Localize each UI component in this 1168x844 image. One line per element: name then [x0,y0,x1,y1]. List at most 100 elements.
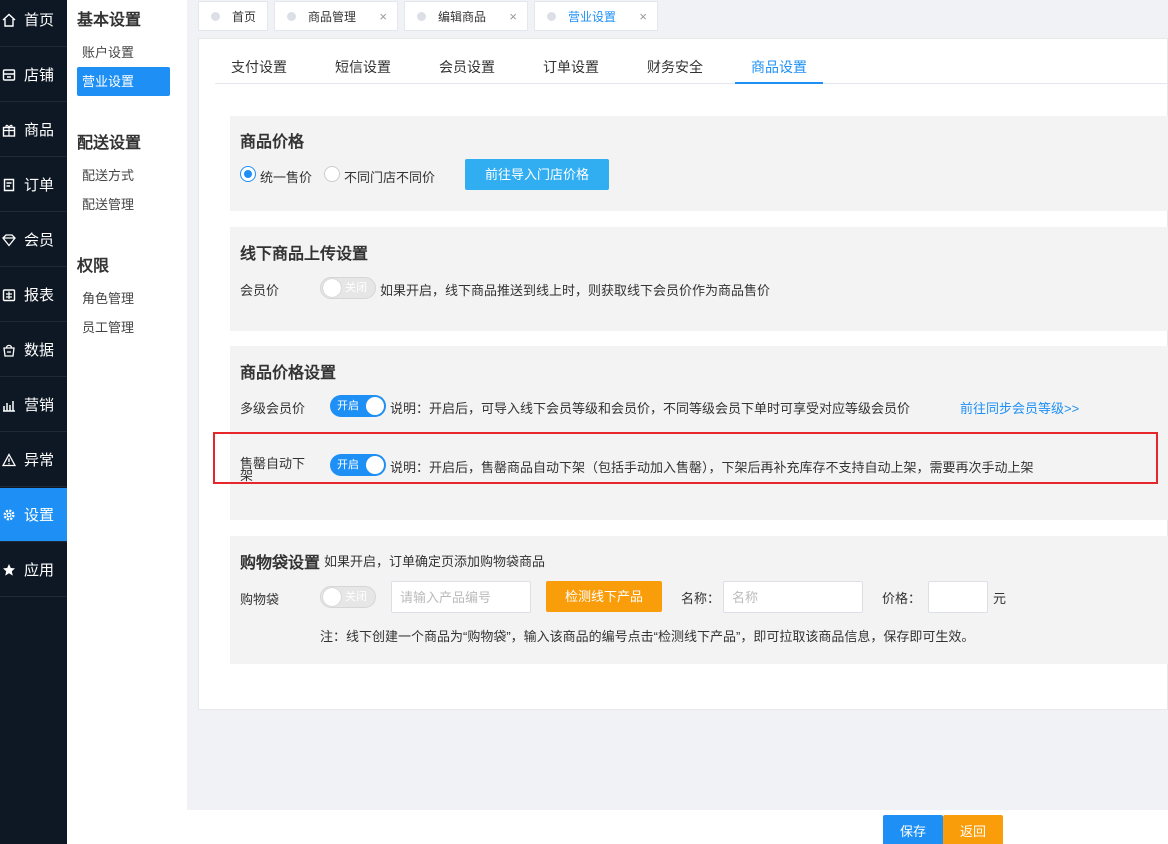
page-tab-label: 编辑商品 [438,9,487,24]
marketing-icon [3,400,15,412]
page-tab-home[interactable]: 首页 [198,1,268,31]
tab-goods[interactable]: 商品设置 [735,57,823,84]
toggle-knob [366,397,384,415]
data-icon [3,344,15,357]
toggle-knob [323,279,341,297]
toggle-knob [323,588,341,606]
nav-label: 营销 [24,397,55,414]
sidebar-group-delivery: 配送设置 [77,135,142,152]
home-icon [2,13,16,27]
nav-label: 店铺 [24,67,55,84]
nav-item-home[interactable]: 首页 [0,0,67,47]
sidebar-item-delivery-manage[interactable]: 配送管理 [77,190,170,219]
settings-tabs: 支付设置 短信设置 会员设置 订单设置 财务安全 商品设置 [215,57,1168,84]
close-icon[interactable]: × [509,9,517,24]
nav-label: 应用 [24,562,55,579]
close-icon[interactable]: × [639,9,647,24]
section-offline-upload: 线下商品上传设置 会员价 关闭 如果开启，线下商品推送到线上时，则获取线下会员价… [230,227,1168,331]
bag-label: 购物袋 [240,592,280,607]
app-root: 首页 店铺 商品 订单 会员 报表 数据 营销 异常 设置 应用 基本设置 账户… [0,0,1168,844]
nav-label: 会员 [24,232,55,249]
nav-label: 商品 [24,122,55,139]
nav-label: 设置 [24,507,55,524]
product-price-input[interactable] [928,581,988,613]
nav-label: 数据 [24,342,55,359]
warning-icon [2,452,16,466]
nav-item-apps[interactable]: 应用 [0,543,67,597]
nav-item-settings[interactable]: 设置 [0,488,67,542]
page-tab-business-settings[interactable]: 营业设置 × [534,1,658,31]
detect-offline-product-button[interactable]: 检测线下产品 [546,581,662,612]
member-price-toggle[interactable]: 关闭 [320,277,376,299]
page-tab-label: 商品管理 [308,9,357,24]
tab-payment[interactable]: 支付设置 [231,57,287,84]
nav-item-goods[interactable]: 商品 [0,103,67,157]
tab-order[interactable]: 订单设置 [543,57,599,84]
back-button[interactable]: 返回 [943,815,1003,844]
radio-label: 统一售价 [260,170,313,185]
nav-item-order[interactable]: 订单 [0,158,67,212]
product-code-input[interactable] [391,581,531,613]
section-shopping-bag: 购物袋设置 如果开启，订单确定页添加购物袋商品 购物袋 关闭 检测线下产品 名称… [230,536,1168,664]
sidebar-group-basic: 基本设置 [77,12,142,29]
page-tab-label: 首页 [232,9,257,24]
tab-sms[interactable]: 短信设置 [335,57,391,84]
section-title: 线下商品上传设置 [240,246,369,263]
product-name-input[interactable] [723,581,863,613]
nav-item-exception[interactable]: 异常 [0,433,67,487]
tab-status-dot [211,11,220,21]
sidebar-item-delivery-method[interactable]: 配送方式 [77,161,170,190]
section-title: 购物袋设置 [240,555,321,572]
sidebar-item-role[interactable]: 角色管理 [77,284,170,313]
section-product-price: 商品价格 统一售价 不同门店不同价 前往导入门店价格 [230,116,1168,211]
bag-subtitle: 如果开启，订单确定页添加购物袋商品 [324,554,546,569]
page-tab-label: 营业设置 [568,9,617,24]
nav-item-data[interactable]: 数据 [0,323,67,377]
toggle-text: 关闭 [345,591,367,603]
sync-member-level-link[interactable]: 前往同步会员等级>> [960,398,1079,417]
order-icon [3,178,15,191]
close-icon[interactable]: × [379,9,387,24]
member-price-desc: 如果开启，线下商品推送到线上时，则获取线下会员价作为商品售价 [380,283,771,298]
tab-member[interactable]: 会员设置 [439,57,495,84]
section-title: 商品价格 [240,134,305,151]
gift-icon [2,124,16,137]
report-icon [2,288,16,301]
main-nav: 首页 店铺 商品 订单 会员 报表 数据 营销 异常 设置 应用 [0,0,67,844]
page-tab-edit-goods[interactable]: 编辑商品 × [404,1,528,31]
member-price-label: 会员价 [240,283,280,298]
bottom-action-bar: 保存 返回 [187,810,1168,844]
radio-unified-price[interactable] [240,166,256,182]
nav-item-marketing[interactable]: 营销 [0,378,67,432]
nav-label: 报表 [24,287,55,304]
toggle-text: 关闭 [345,282,367,294]
save-button[interactable]: 保存 [883,815,943,844]
bag-toggle[interactable]: 关闭 [320,586,376,608]
nav-label: 异常 [24,452,55,469]
sidebar-item-staff[interactable]: 员工管理 [77,313,170,342]
sidebar-item-business[interactable]: 营业设置 [77,67,170,96]
nav-item-report[interactable]: 报表 [0,268,67,322]
sidebar-item-account[interactable]: 账户设置 [77,38,170,67]
highlight-box [213,432,1158,484]
tab-finance[interactable]: 财务安全 [647,57,703,84]
section-title: 商品价格设置 [240,365,337,382]
star-icon [3,563,15,576]
multi-level-toggle[interactable]: 开启 [330,395,386,417]
radio-store-price[interactable] [324,166,340,182]
import-store-price-button[interactable]: 前往导入门店价格 [465,159,609,190]
tab-status-dot [547,11,556,21]
sidebar-group-permission: 权限 [77,258,110,275]
settings-panel: 支付设置 短信设置 会员设置 订单设置 财务安全 商品设置 商品价格 统一售价 … [198,38,1168,710]
nav-item-store[interactable]: 店铺 [0,48,67,102]
radio-label: 不同门店不同价 [344,170,436,185]
price-unit: 元 [993,591,1007,606]
page-tab-goods-manage[interactable]: 商品管理 × [274,1,398,31]
name-label: 名称： [681,591,721,606]
gear-icon [3,508,15,521]
multi-level-desc: 说明：开启后，可导入线下会员等级和会员价，不同等级会员下单时可享受对应等级会员价 [390,401,911,416]
tab-status-dot [417,11,426,21]
nav-item-member[interactable]: 会员 [0,213,67,267]
nav-label: 订单 [24,177,55,194]
member-icon [2,233,16,247]
